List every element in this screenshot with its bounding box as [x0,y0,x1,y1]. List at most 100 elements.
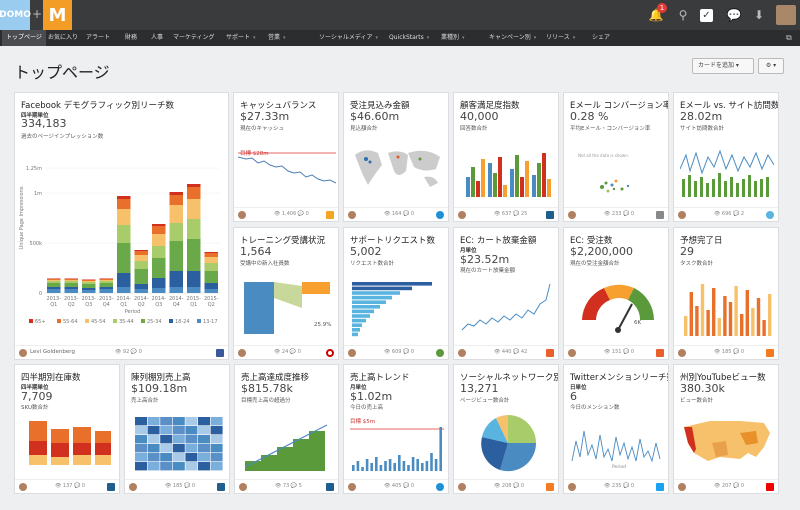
x-axis-label: Period [612,465,627,470]
card-subtitle: 現在のキャッシュ [240,126,285,132]
chat-icon[interactable]: 💬 [726,7,742,23]
bar-segment [134,250,148,251]
card-stats: 👁 92 💬 0 [115,349,142,355]
bar [352,295,392,300]
card-value: 334,183 [21,117,67,130]
bar-segment [47,281,61,283]
card-social-network[interactable]: ソーシャルネットワーク別... 13,271 ページビュー数合計 👁 208 💬… [453,364,559,494]
card-sales-trend[interactable]: 売上高トレンド 月単位 $1.02m 今日の売上高 目標 $5m 👁 405 💬… [343,364,449,494]
bar [689,292,693,336]
source-icon [326,349,334,357]
card-twitter-mentions[interactable]: Twitterメンションリーチ数 日単位 6 今日のメンション数 Period … [563,364,669,494]
bar-segment [152,278,166,288]
card-youtube-views[interactable]: 州別YouTubeビュー数 380.30k ビュー数合計 👁 207 💬 0 [673,364,779,494]
tab-5[interactable]: マーケティング [173,30,215,46]
add-card-button[interactable]: カードを追加 ▾ [692,58,754,74]
tab-13[interactable]: シェア [592,30,610,46]
card-value: $27.33m [240,110,290,123]
download-icon[interactable]: ⬇ [751,7,767,23]
tab-4[interactable]: 人事 [151,30,163,46]
source-icon [326,483,334,491]
tab-label: QuickStarts [389,34,424,41]
training-percent: 25.9% [314,322,332,328]
card-subtitle: SKU数合計 [21,405,49,411]
card-email-vs-web[interactable]: Eメール vs. サイト訪問数 28.02m サイト訪問数合計 👁 696 💬 … [673,92,779,222]
card-footer: 👁 637 💬 25 [454,207,558,221]
bar-segment [134,284,148,289]
card-support-requests[interactable]: サポートリクエスト数 5,002 リクエスト数合計 👁 609 💬 0 [343,227,449,360]
card-cash-balance[interactable]: キャッシュバランス $27.33m 現在のキャッシュ 目標 $28m 👁 1,4… [233,92,339,222]
bar-segment [169,192,183,195]
tab-9[interactable]: QuickStarts ▾ [389,30,429,46]
bar [756,298,761,336]
bar-segment [82,281,96,282]
legend-label: 65+ [35,319,46,325]
bar [352,291,400,295]
card-ec-cart-abandon[interactable]: EC: カート放棄金額 月単位 $23.52m 現在のカート放棄金額 👁 440… [453,227,559,360]
add-card-label: カードを追加 [698,62,735,69]
x-tick-label: Q3 [85,302,92,308]
bar [695,306,699,336]
grid-icon[interactable]: ⧉ [786,33,792,43]
bar-segment [204,253,218,257]
tab-0[interactable]: トップページ [2,30,46,46]
tab-12[interactable]: リリース ▾ [546,30,575,46]
m-logo[interactable]: M [43,0,72,30]
heatmap-cell [210,444,223,453]
card-subtitle: 現在の受注金額合計 [570,261,620,267]
bar-segment [152,224,166,226]
user-avatar[interactable] [776,5,796,25]
x-tick-label: Q1 [120,302,127,308]
bar-segment [169,223,183,241]
card-value: 13,271 [460,382,499,395]
card-facebook-reach[interactable]: Facebook デモグラフィック別リーチ数 四半期単位 334,183 過去の… [14,92,229,360]
card-sales-estimate[interactable]: 受注見込み金額 $46.60m 見込額合計 👁 164 💬 0 [343,92,449,222]
y-tick-label: 0 [39,291,42,297]
tab-3[interactable]: 財務 [125,30,137,46]
tab-11[interactable]: キャンペーン別 ▾ [489,30,536,46]
bar [493,173,497,197]
bar-segment [117,243,131,273]
bar [352,282,432,286]
card-sales-growth[interactable]: 売上高達成度推移 $815.78k 目標売上高の超過分 👁 73 💬 5 [234,364,339,494]
bar-segment [64,281,78,283]
tab-8[interactable]: ソーシャルメディア ▾ [319,30,378,46]
tab-7[interactable]: 営業 ▾ [268,30,286,46]
bar-segment [64,278,78,279]
card-value: $2,200,000 [570,245,633,258]
bar-segment [152,258,166,278]
heatmap-cell [185,444,198,453]
owner-avatar [348,483,356,491]
tab-2[interactable]: アラート [86,30,110,46]
wrench-button[interactable]: ⚙ ▾ [758,58,784,74]
legend-swatch [197,319,201,323]
card-inventory[interactable]: 四半期別在庫数 四半期単位 7,709 SKU数合計 👁 137 💬 0 [14,364,120,494]
tab-6[interactable]: サポート ▾ [226,30,256,46]
source-icon [217,483,225,491]
card-stats: 👁 185 💬 0 [714,349,745,355]
card-training[interactable]: トレーニング受講状況 1,564 受講中の新入社員数 25.9% 👁 24 💬 … [233,227,339,360]
twitter-line-chart [571,430,661,463]
heatmap-cell [147,453,160,462]
bar [352,318,366,323]
training-funnel-chart [244,282,330,334]
bar-segment [47,278,61,279]
search-icon[interactable]: ⚲ [675,7,691,23]
card-email-conversion[interactable]: Eメール コンバージョン率 0.28 % 平均Eメール・コンバージョン率 Not… [563,92,669,222]
inventory-bar-chart [29,421,111,465]
owner-avatar [348,349,356,357]
bar-segment [82,282,96,284]
tab-10[interactable]: 業種別 ▾ [441,30,465,46]
card-ec-orders[interactable]: EC: 受注数 $2,200,000 現在の受注金額合計 6K 👁 151 💬 … [563,227,669,360]
card-value: $46.60m [350,110,400,123]
heatmap-cell [160,453,173,462]
bar-segment [152,288,166,293]
card-shelf-sales[interactable]: 陳列棚別売上高 $109.18m 売上高合計 👁 185 💬 0 [124,364,230,494]
card-csat[interactable]: 顧客満足度指数 40,000 回答数合計 👁 637 💬 25 [453,92,559,222]
domo-logo[interactable]: DOMO [0,0,31,30]
card-forecast[interactable]: 予想完了日 29 タスク数合計 👁 185 💬 0 [673,227,779,360]
bar-segment [152,246,166,258]
tab-1[interactable]: お気に入り [48,30,78,46]
heatmap-cell [147,426,160,435]
checkmark-icon[interactable]: ✓ [700,9,713,22]
